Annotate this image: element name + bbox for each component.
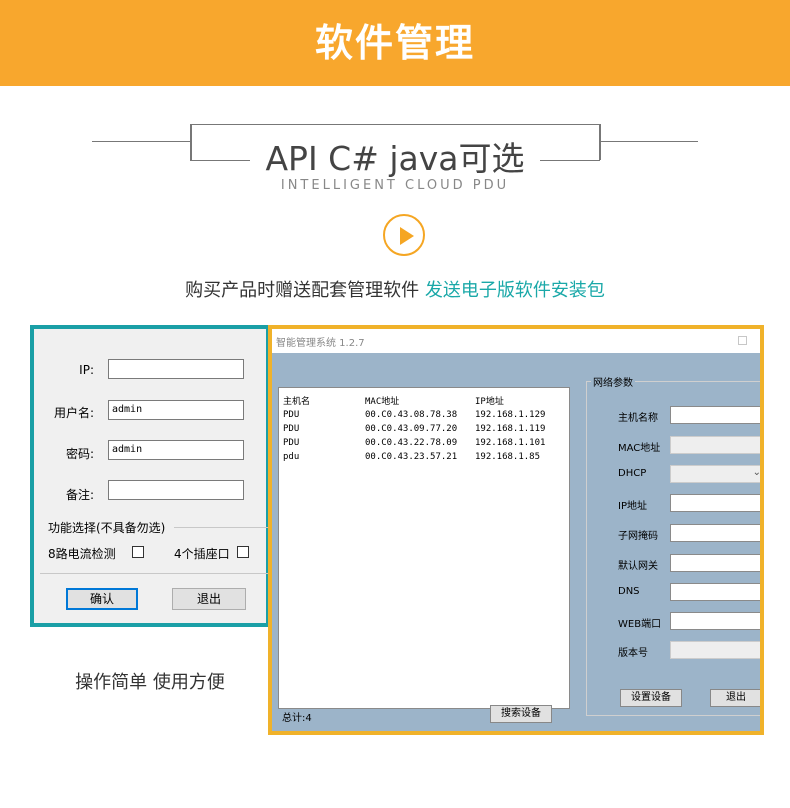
row-1-hostname[interactable]: PDU bbox=[283, 410, 299, 420]
mac-input bbox=[670, 436, 760, 454]
web-port-label: WEB端口 bbox=[618, 619, 662, 630]
buy-text: 购买产品时赠送配套管理软件 bbox=[185, 280, 425, 301]
row-4-hostname[interactable]: pdu bbox=[283, 452, 299, 462]
subnet-mask-label: 子网掩码 bbox=[618, 531, 658, 542]
frame-line-right-ext bbox=[600, 141, 698, 142]
password-label: 密码: bbox=[65, 447, 94, 461]
search-devices-button[interactable]: 搜索设备 bbox=[490, 705, 552, 723]
frame-line-left-ext bbox=[92, 141, 190, 142]
api-title: API C# java可选 bbox=[265, 139, 525, 178]
row-3-hostname[interactable]: PDU bbox=[283, 438, 299, 448]
row-2-ip[interactable]: 192.168.1.119 bbox=[475, 424, 545, 434]
column-header-hostname[interactable]: 主机名 bbox=[283, 394, 310, 407]
dns-input[interactable] bbox=[670, 583, 760, 601]
total-count: 总计:4 bbox=[282, 713, 312, 724]
gateway-input[interactable] bbox=[670, 554, 760, 572]
exit-button[interactable]: 退出 bbox=[172, 588, 246, 610]
ip-label: IP: bbox=[79, 363, 94, 377]
left-caption: 操作简单 使用方便 bbox=[75, 672, 225, 693]
frame-line-right bbox=[599, 124, 601, 160]
row-1-ip[interactable]: 192.168.1.129 bbox=[475, 410, 545, 420]
frame-line-left-top bbox=[190, 124, 192, 160]
window-title: 智能管理系统 1.2.7 bbox=[276, 338, 365, 349]
frame-line-top bbox=[190, 124, 600, 125]
row-2-mac[interactable]: 00.C0.43.09.77.20 bbox=[365, 424, 457, 434]
group-divider-bottom bbox=[40, 573, 268, 574]
function-select-title: 功能选择(不具备勿选) bbox=[48, 521, 166, 535]
row-3-mac[interactable]: 00.C0.43.22.78.09 bbox=[365, 438, 457, 448]
group-divider-top bbox=[174, 527, 268, 528]
network-params-title: 网络参数 bbox=[591, 374, 635, 389]
banner-title: 软件管理 bbox=[314, 21, 475, 65]
network-params-group bbox=[586, 381, 760, 716]
api-subtitle: INTELLIGENT CLOUD PDU bbox=[280, 178, 510, 193]
play-button[interactable] bbox=[383, 214, 425, 256]
hostname-label: 主机名称 bbox=[618, 413, 658, 424]
version-input bbox=[670, 641, 760, 659]
option-4-socket-label: 4个插座口 bbox=[174, 547, 230, 561]
version-label: 版本号 bbox=[618, 648, 648, 659]
management-window: 智能管理系统 1.2.7 主机名 MAC地址 IP地址 PDU 00.C0.43… bbox=[268, 325, 764, 735]
row-1-mac[interactable]: 00.C0.43.08.78.38 bbox=[365, 410, 457, 420]
subnet-mask-input[interactable] bbox=[670, 524, 760, 542]
dhcp-label: DHCP bbox=[618, 468, 647, 479]
device-list[interactable]: 主机名 MAC地址 IP地址 PDU 00.C0.43.08.78.38 192… bbox=[278, 387, 570, 709]
mac-label: MAC地址 bbox=[618, 443, 661, 454]
ip-field[interactable] bbox=[108, 359, 244, 379]
username-label: 用户名: bbox=[53, 406, 94, 420]
dhcp-select[interactable]: ⌄ bbox=[670, 465, 761, 483]
confirm-button[interactable]: 确认 bbox=[66, 588, 138, 610]
play-icon bbox=[400, 227, 414, 245]
row-2-hostname[interactable]: PDU bbox=[283, 424, 299, 434]
option-8-channel-label: 8路电流检测 bbox=[48, 547, 116, 561]
window-exit-button[interactable]: 退出 bbox=[710, 689, 760, 707]
set-device-button[interactable]: 设置设备 bbox=[620, 689, 682, 707]
row-4-ip[interactable]: 192.168.1.85 bbox=[475, 452, 540, 462]
option-4-socket-checkbox[interactable] bbox=[237, 546, 249, 558]
chevron-down-icon: ⌄ bbox=[752, 467, 761, 478]
column-header-mac[interactable]: MAC地址 bbox=[365, 394, 399, 407]
buy-text-line: 购买产品时赠送配套管理软件 发送电子版软件安装包 bbox=[0, 276, 790, 302]
download-link[interactable]: 发送电子版软件安装包 bbox=[425, 280, 605, 301]
hostname-input[interactable] bbox=[670, 406, 760, 424]
gateway-label: 默认网关 bbox=[618, 561, 658, 572]
column-header-ip[interactable]: IP地址 bbox=[475, 394, 504, 407]
dns-label: DNS bbox=[618, 586, 640, 597]
maximize-icon[interactable] bbox=[738, 336, 747, 345]
row-4-mac[interactable]: 00.C0.43.23.57.21 bbox=[365, 452, 457, 462]
login-dialog: IP: 用户名: admin 密码: admin 备注: 功能选择(不具备勿选)… bbox=[30, 325, 270, 627]
password-field[interactable]: admin bbox=[108, 440, 244, 460]
ip-address-label: IP地址 bbox=[618, 501, 647, 512]
web-port-input[interactable] bbox=[670, 612, 760, 630]
option-8-channel-checkbox[interactable] bbox=[132, 546, 144, 558]
window-titlebar[interactable]: 智能管理系统 1.2.7 bbox=[272, 329, 760, 353]
row-3-ip[interactable]: 192.168.1.101 bbox=[475, 438, 545, 448]
note-label: 备注: bbox=[65, 488, 94, 502]
ip-address-input[interactable] bbox=[670, 494, 760, 512]
username-field[interactable]: admin bbox=[108, 400, 244, 420]
note-field[interactable] bbox=[108, 480, 244, 500]
